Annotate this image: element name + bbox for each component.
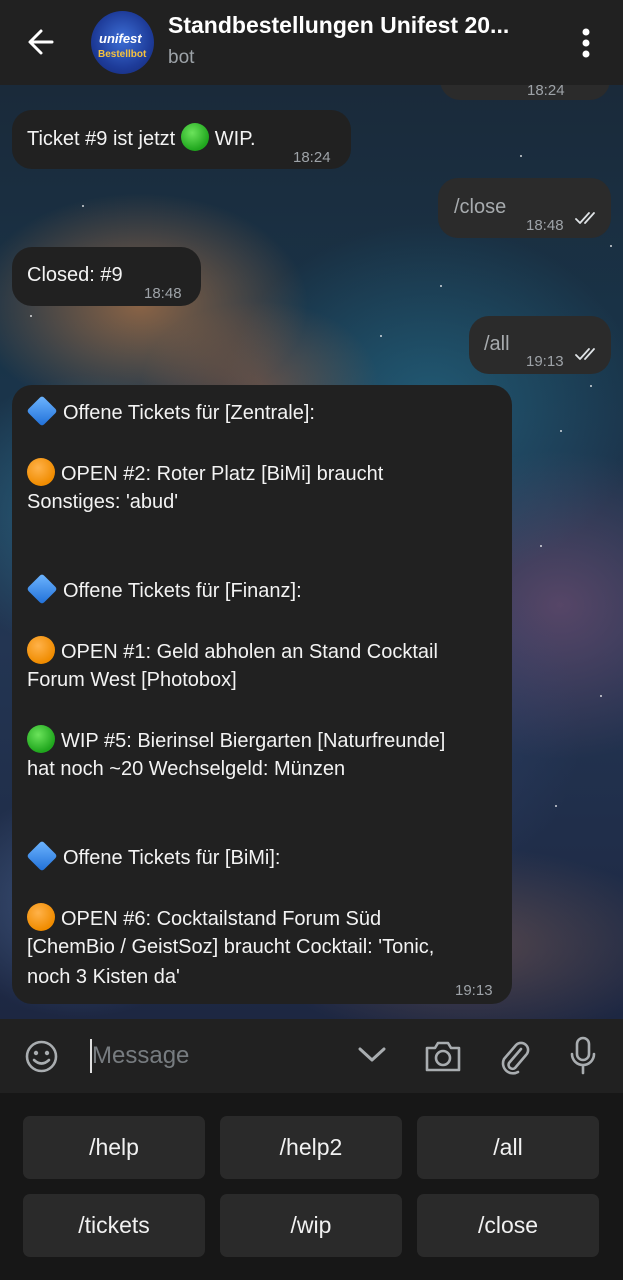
keyboard-button-help[interactable]: /help bbox=[23, 1116, 205, 1179]
camera-icon[interactable] bbox=[423, 1038, 463, 1074]
chat-header: unifest Bestellbot Standbestellungen Uni… bbox=[0, 0, 623, 85]
bot-keyboard: /help /help2 /all /tickets /wip /close bbox=[0, 1093, 623, 1280]
ticket-line: Sonstiges: 'abud' bbox=[27, 491, 179, 513]
blue-diamond-icon bbox=[26, 395, 58, 427]
ticket-line: Forum West [Photobox] bbox=[27, 669, 237, 691]
double-check-icon bbox=[575, 348, 595, 360]
section-header: Offene Tickets für [Finanz]: bbox=[26, 573, 507, 607]
emoji-icon[interactable] bbox=[24, 1039, 59, 1074]
message-bubble-outgoing[interactable]: /all 19:13 bbox=[469, 316, 611, 374]
orange-circle-icon bbox=[27, 458, 55, 486]
message-text: Closed: #9 bbox=[27, 264, 123, 286]
back-arrow-icon[interactable] bbox=[22, 22, 62, 62]
ticket-line: WIP #5: Bierinsel Biergarten [Naturfreun… bbox=[27, 725, 507, 755]
green-circle-icon bbox=[180, 123, 209, 151]
message-time: 19:13 bbox=[455, 982, 493, 999]
keyboard-button-wip[interactable]: /wip bbox=[220, 1194, 402, 1257]
avatar-logo-text: unifest bbox=[99, 31, 142, 46]
message-bubble-incoming[interactable]: Ticket #9 ist jetzt WIP. 18:24 bbox=[12, 110, 351, 169]
message-time: 18:24 bbox=[293, 149, 331, 166]
star bbox=[590, 385, 592, 387]
star bbox=[540, 545, 542, 547]
ticket-overview-text: Offene Tickets für [Zentrale]: OPEN #2: … bbox=[26, 395, 507, 993]
ticket-line: noch 3 Kisten da' bbox=[27, 966, 180, 988]
keyboard-button-close[interactable]: /close bbox=[417, 1194, 599, 1257]
ticket-line: OPEN #2: Roter Platz [BiMi] braucht bbox=[27, 458, 507, 488]
section-header: Offene Tickets für [Zentrale]: bbox=[26, 395, 507, 429]
orange-circle-icon bbox=[27, 636, 55, 664]
orange-circle-icon bbox=[27, 903, 55, 931]
message-bubble-incoming[interactable]: Closed: #9 18:48 bbox=[12, 247, 201, 306]
chat-subtitle: bot bbox=[168, 47, 195, 68]
message-composer bbox=[0, 1019, 623, 1093]
green-circle-icon bbox=[27, 725, 55, 753]
ticket-line: [ChemBio / GeistSoz] braucht Cocktail: '… bbox=[27, 936, 435, 958]
message-time: 19:13 bbox=[526, 353, 564, 370]
avatar[interactable]: unifest Bestellbot bbox=[91, 11, 154, 74]
star bbox=[440, 285, 442, 287]
more-vert-icon[interactable] bbox=[572, 24, 600, 62]
ticket-line: OPEN #6: Cocktailstand Forum Süd bbox=[27, 903, 507, 933]
message-text: Ticket #9 ist jetzt WIP. bbox=[27, 123, 256, 155]
message-text-after: WIP. bbox=[214, 128, 256, 150]
keyboard-button-help2[interactable]: /help2 bbox=[220, 1116, 402, 1179]
star bbox=[600, 695, 602, 697]
chat-title[interactable]: Standbestellungen Unifest 20... bbox=[168, 12, 558, 39]
star bbox=[380, 335, 382, 337]
blue-diamond-icon bbox=[26, 840, 58, 872]
ticket-line: OPEN #1: Geld abholen an Stand Cocktail bbox=[27, 636, 507, 666]
keyboard-button-tickets[interactable]: /tickets bbox=[23, 1194, 205, 1257]
star bbox=[82, 205, 84, 207]
ticket-line: hat noch ~20 Wechselgeld: Münzen bbox=[27, 758, 346, 780]
message-bubble-ticket-overview[interactable]: Offene Tickets für [Zentrale]: OPEN #2: … bbox=[12, 385, 512, 1004]
chevron-down-icon[interactable] bbox=[357, 1044, 387, 1066]
message-time: 18:48 bbox=[526, 217, 564, 234]
message-time: 18:48 bbox=[144, 285, 182, 302]
message-text: /all bbox=[484, 333, 510, 355]
keyboard-button-all[interactable]: /all bbox=[417, 1116, 599, 1179]
message-text: /close bbox=[454, 196, 507, 218]
star bbox=[30, 315, 32, 317]
message-input[interactable] bbox=[92, 1037, 342, 1075]
section-header: Offene Tickets für [BiMi]: bbox=[26, 840, 507, 874]
star bbox=[520, 155, 522, 157]
message-text-before: Ticket #9 ist jetzt bbox=[27, 128, 176, 150]
blue-diamond-icon bbox=[26, 573, 58, 605]
avatar-logo-subtext: Bestellbot bbox=[98, 49, 147, 60]
star bbox=[560, 430, 562, 432]
star bbox=[610, 245, 612, 247]
double-check-icon bbox=[575, 212, 595, 224]
microphone-icon[interactable] bbox=[569, 1036, 597, 1076]
message-bubble-outgoing[interactable]: /close 18:48 bbox=[438, 178, 611, 238]
attachment-icon[interactable] bbox=[497, 1037, 531, 1075]
star bbox=[555, 805, 557, 807]
